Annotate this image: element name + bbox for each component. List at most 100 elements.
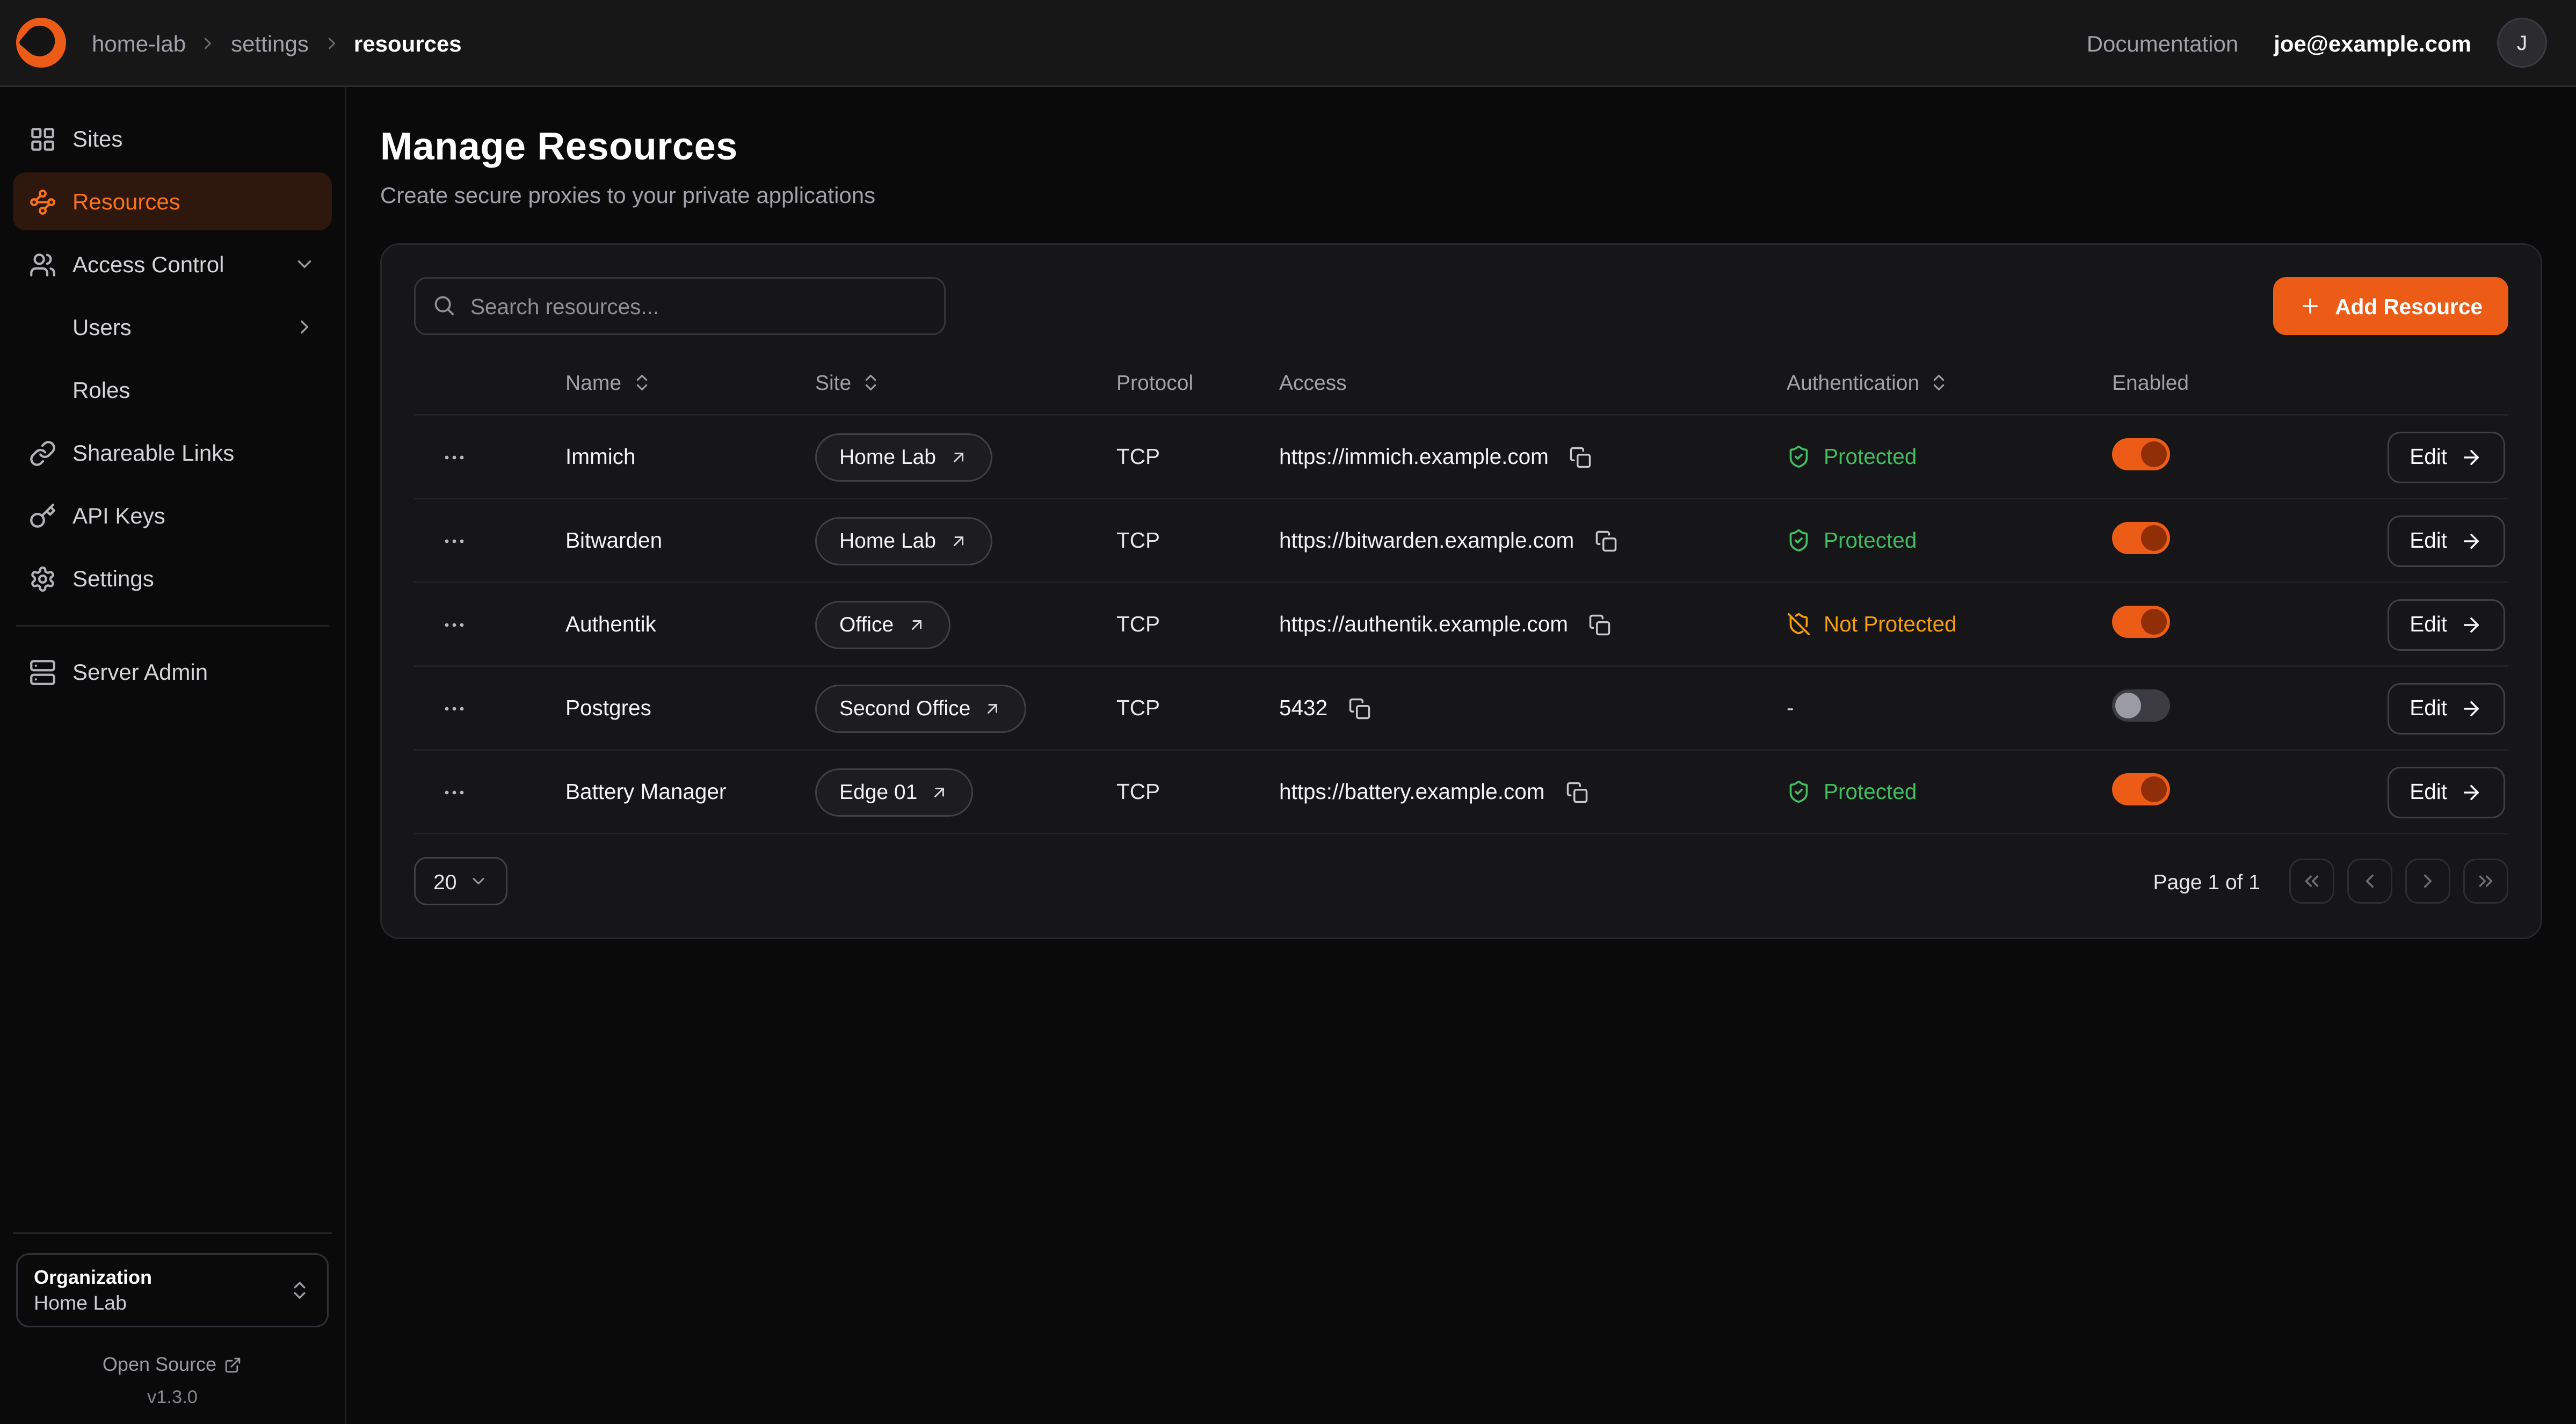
copy-button[interactable] [1584, 608, 1616, 641]
sidebar-item-access-control[interactable]: Access Control [13, 235, 332, 293]
breadcrumb-org[interactable]: home-lab [92, 30, 186, 56]
pangolin-logo-icon[interactable] [16, 18, 66, 68]
authentication-status: Protected [1787, 528, 2112, 553]
column-name: Name [565, 370, 621, 395]
arrow-up-right-icon [930, 782, 949, 802]
last-page-button[interactable] [2463, 859, 2508, 904]
sidebar-item-server-admin[interactable]: Server Admin [13, 643, 332, 701]
sidebar-item-label: Users [72, 314, 132, 340]
sidebar-item-sites[interactable]: Sites [13, 110, 332, 168]
search-icon [432, 293, 456, 317]
copy-icon [1348, 697, 1371, 720]
authentication-status: Protected [1787, 445, 2112, 469]
edit-label: Edit [2410, 528, 2447, 553]
resource-name: Bitwarden [565, 528, 815, 553]
first-page-button[interactable] [2289, 859, 2334, 904]
sort-icon[interactable] [861, 372, 882, 393]
search-input[interactable] [414, 277, 946, 335]
resource-access: https://battery.example.com [1279, 780, 1544, 804]
sidebar-item-label: Access Control [72, 251, 224, 277]
copy-button[interactable] [1590, 525, 1622, 557]
organization-selector[interactable]: Organization Home Lab [16, 1253, 329, 1327]
enabled-toggle[interactable] [2112, 773, 2170, 805]
authentication-status: Not Protected [1787, 612, 2112, 636]
organization-label: Organization [34, 1266, 152, 1289]
enabled-toggle[interactable] [2112, 606, 2170, 638]
row-actions-button[interactable] [435, 773, 474, 811]
column-site: Site [815, 370, 851, 395]
row-actions-button[interactable] [435, 605, 474, 644]
table-row: Bitwarden Home Lab TCP https://bitwarden… [414, 499, 2508, 583]
user-avatar[interactable]: J [2497, 18, 2547, 68]
main-content: Manage Resources Create secure proxies t… [346, 87, 2576, 1424]
user-email: joe@example.com [2274, 30, 2471, 56]
authentication-label: - [1787, 696, 1794, 720]
enabled-toggle[interactable] [2112, 522, 2170, 554]
open-source-link[interactable]: Open Source [16, 1353, 329, 1376]
add-resource-button[interactable]: Add Resource [2274, 277, 2508, 335]
users-icon [29, 251, 56, 278]
resource-access: 5432 [1279, 696, 1327, 720]
enabled-toggle[interactable] [2112, 689, 2170, 722]
external-link-icon [224, 1356, 242, 1374]
topbar: home-lab settings resources Documentatio… [0, 0, 2576, 87]
sidebar-item-api-keys[interactable]: API Keys [13, 486, 332, 544]
site-link-button[interactable]: Home Lab [815, 433, 992, 481]
chevron-left-icon [2359, 870, 2381, 892]
edit-button[interactable]: Edit [2387, 766, 2505, 818]
waypoints-icon [29, 188, 56, 215]
copy-button[interactable] [1565, 441, 1597, 473]
sort-icon[interactable] [631, 372, 652, 393]
edit-label: Edit [2410, 445, 2447, 469]
arrow-up-right-icon [906, 615, 926, 634]
site-link-button[interactable]: Home Lab [815, 517, 992, 565]
previous-page-button[interactable] [2347, 859, 2392, 904]
edit-label: Edit [2410, 612, 2447, 636]
sidebar-item-roles[interactable]: Roles [13, 361, 332, 419]
copy-icon [1595, 529, 1617, 552]
copy-icon [1570, 446, 1592, 468]
sidebar-item-label: Roles [72, 377, 130, 403]
breadcrumb-resources[interactable]: resources [354, 30, 462, 56]
edit-button[interactable]: Edit [2387, 599, 2505, 650]
sidebar-item-settings[interactable]: Settings [13, 549, 332, 607]
row-actions-button[interactable] [435, 689, 474, 728]
copy-button[interactable] [1561, 776, 1593, 808]
documentation-link[interactable]: Documentation [2087, 30, 2239, 56]
copy-button[interactable] [1344, 692, 1376, 724]
shield-off-icon [1787, 612, 1811, 636]
arrow-right-icon [2460, 613, 2483, 636]
site-name: Home Lab [839, 528, 936, 553]
edit-button[interactable]: Edit [2387, 515, 2505, 566]
site-link-button[interactable]: Second Office [815, 684, 1027, 732]
site-name: Edge 01 [839, 780, 917, 804]
breadcrumb-settings[interactable]: settings [231, 30, 309, 56]
chevron-right-icon [293, 316, 316, 338]
authentication-label: Protected [1824, 445, 1917, 469]
edit-label: Edit [2410, 696, 2447, 720]
sidebar-item-resources[interactable]: Resources [13, 172, 332, 230]
site-link-button[interactable]: Office [815, 600, 950, 649]
row-actions-button[interactable] [435, 438, 474, 476]
row-actions-button[interactable] [435, 521, 474, 560]
authentication-label: Protected [1824, 780, 1917, 804]
page-size-select[interactable]: 20 [414, 857, 508, 905]
breadcrumb: home-lab settings resources [92, 30, 462, 56]
resources-card: Add Resource Name Site Protocol Access A… [380, 243, 2542, 939]
sidebar-item-shareable-links[interactable]: Shareable Links [13, 424, 332, 482]
site-link-button[interactable]: Edge 01 [815, 768, 974, 816]
next-page-button[interactable] [2405, 859, 2450, 904]
chevrons-right-icon [2475, 870, 2497, 892]
sort-icon[interactable] [1929, 372, 1950, 393]
edit-button[interactable]: Edit [2387, 682, 2505, 734]
toolbar: Add Resource [414, 277, 2508, 335]
page-subtitle: Create secure proxies to your private ap… [380, 182, 2542, 208]
ellipsis-icon [441, 612, 467, 637]
page-size-value: 20 [433, 869, 456, 893]
enabled-toggle[interactable] [2112, 438, 2170, 470]
sidebar-item-users[interactable]: Users [13, 298, 332, 356]
ellipsis-icon [441, 779, 467, 805]
sidebar: Sites Resources Access Control Users Rol… [0, 87, 346, 1424]
chevron-right-icon [2417, 870, 2439, 892]
edit-button[interactable]: Edit [2387, 431, 2505, 483]
